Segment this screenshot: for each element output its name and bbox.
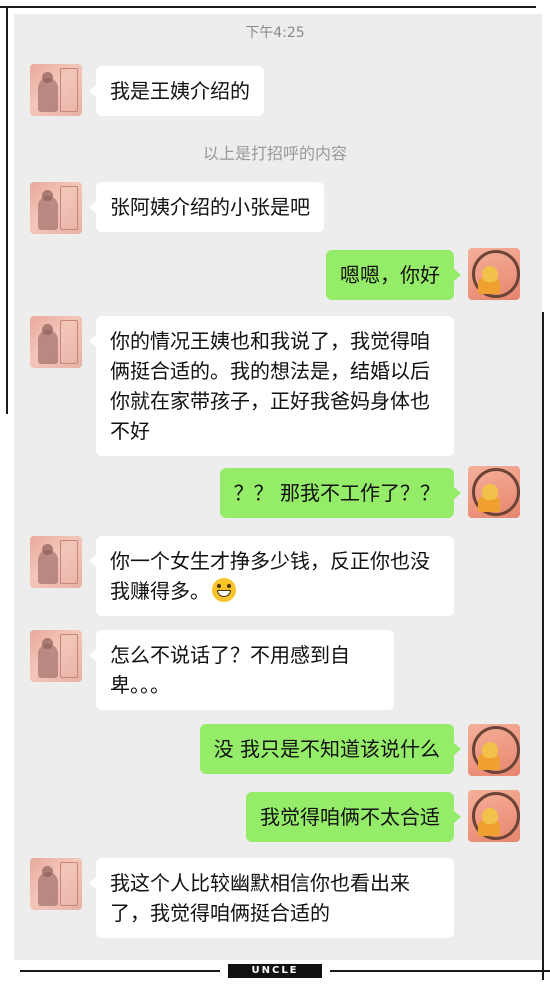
frame-line-bottom-left	[20, 970, 220, 972]
user-avatar[interactable]	[468, 790, 520, 842]
contact-avatar[interactable]	[30, 182, 82, 234]
message-bubble-received[interactable]: 我这个人比较幽默相信你也看出来了，我觉得咱俩挺合适的	[89, 858, 454, 938]
message-bubble-received[interactable]: 怎么不说话了？不用感到自卑。。。	[89, 630, 394, 710]
system-note: 以上是打招呼的内容	[202, 144, 347, 163]
message-bubble-sent[interactable]: 嗯嗯，你好	[326, 250, 461, 300]
watermark-label: UNCLE MONA	[228, 964, 322, 990]
screenshot-frame: 下午4:25 我是王姨介绍的 以上是打招呼的内容 张阿姨介绍的小张是吧 嗯嗯，你…	[0, 0, 550, 990]
message-text: 你一个女生才挣多少钱，反正你也没我赚得多。	[110, 549, 430, 603]
message-timestamp: 下午4:25	[245, 25, 305, 41]
frame-line-right	[542, 312, 544, 980]
contact-avatar[interactable]	[30, 858, 82, 910]
contact-avatar[interactable]	[30, 316, 82, 368]
message-bubble-sent[interactable]: 我觉得咱俩不太合适	[246, 792, 461, 842]
frame-line-left	[6, 6, 8, 414]
message-bubble-received[interactable]: 你一个女生才挣多少钱，反正你也没我赚得多。	[89, 536, 454, 616]
contact-avatar[interactable]	[30, 630, 82, 682]
frame-line-bottom-right	[330, 970, 550, 972]
message-bubble-received[interactable]: 我是王姨介绍的	[89, 66, 264, 116]
message-bubble-received[interactable]: 你的情况王姨也和我说了，我觉得咱俩挺合适的。我的想法是，结婚以后你就在家带孩子，…	[89, 316, 454, 456]
message-bubble-sent[interactable]: 没 我只是不知道该说什么	[199, 724, 462, 774]
user-avatar[interactable]	[468, 466, 520, 518]
grinning-face-emoji-icon	[212, 578, 236, 602]
contact-avatar[interactable]	[30, 536, 82, 588]
message-bubble-sent[interactable]: ？？ 那我不工作了？？	[219, 468, 462, 518]
user-avatar[interactable]	[468, 248, 520, 300]
frame-line-top	[0, 6, 536, 8]
user-avatar[interactable]	[468, 724, 520, 776]
message-bubble-received[interactable]: 张阿姨介绍的小张是吧	[89, 182, 324, 232]
contact-avatar[interactable]	[30, 64, 82, 116]
